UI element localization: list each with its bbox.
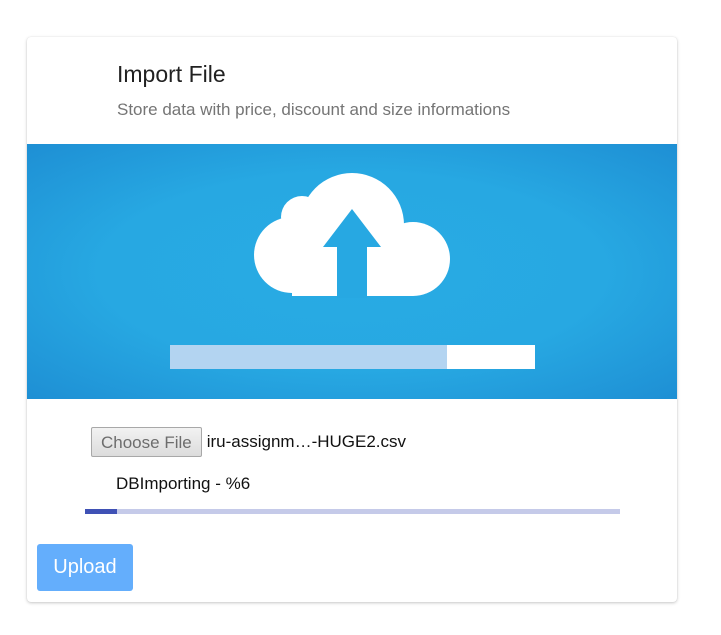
import-card: Import File Store data with price, disco…	[27, 37, 677, 602]
card-subtitle: Store data with price, discount and size…	[117, 100, 511, 119]
cloud-upload-icon	[170, 173, 535, 369]
import-progress-fill	[85, 509, 118, 514]
card-title: Import File	[117, 61, 226, 87]
upload-button[interactable]: Upload	[37, 544, 133, 591]
choose-file-button[interactable]: Choose File	[91, 427, 202, 457]
import-status-text: DBImporting - %6	[116, 474, 251, 493]
selected-file-name: iru-assignm…-HUGE2.csv	[206, 432, 407, 451]
file-input: Choose File iru-assignm…-HUGE2.csv	[91, 425, 406, 459]
upload-illustration	[27, 144, 677, 399]
import-progress-bar	[85, 509, 620, 514]
illustration-progress-fill	[170, 345, 447, 369]
